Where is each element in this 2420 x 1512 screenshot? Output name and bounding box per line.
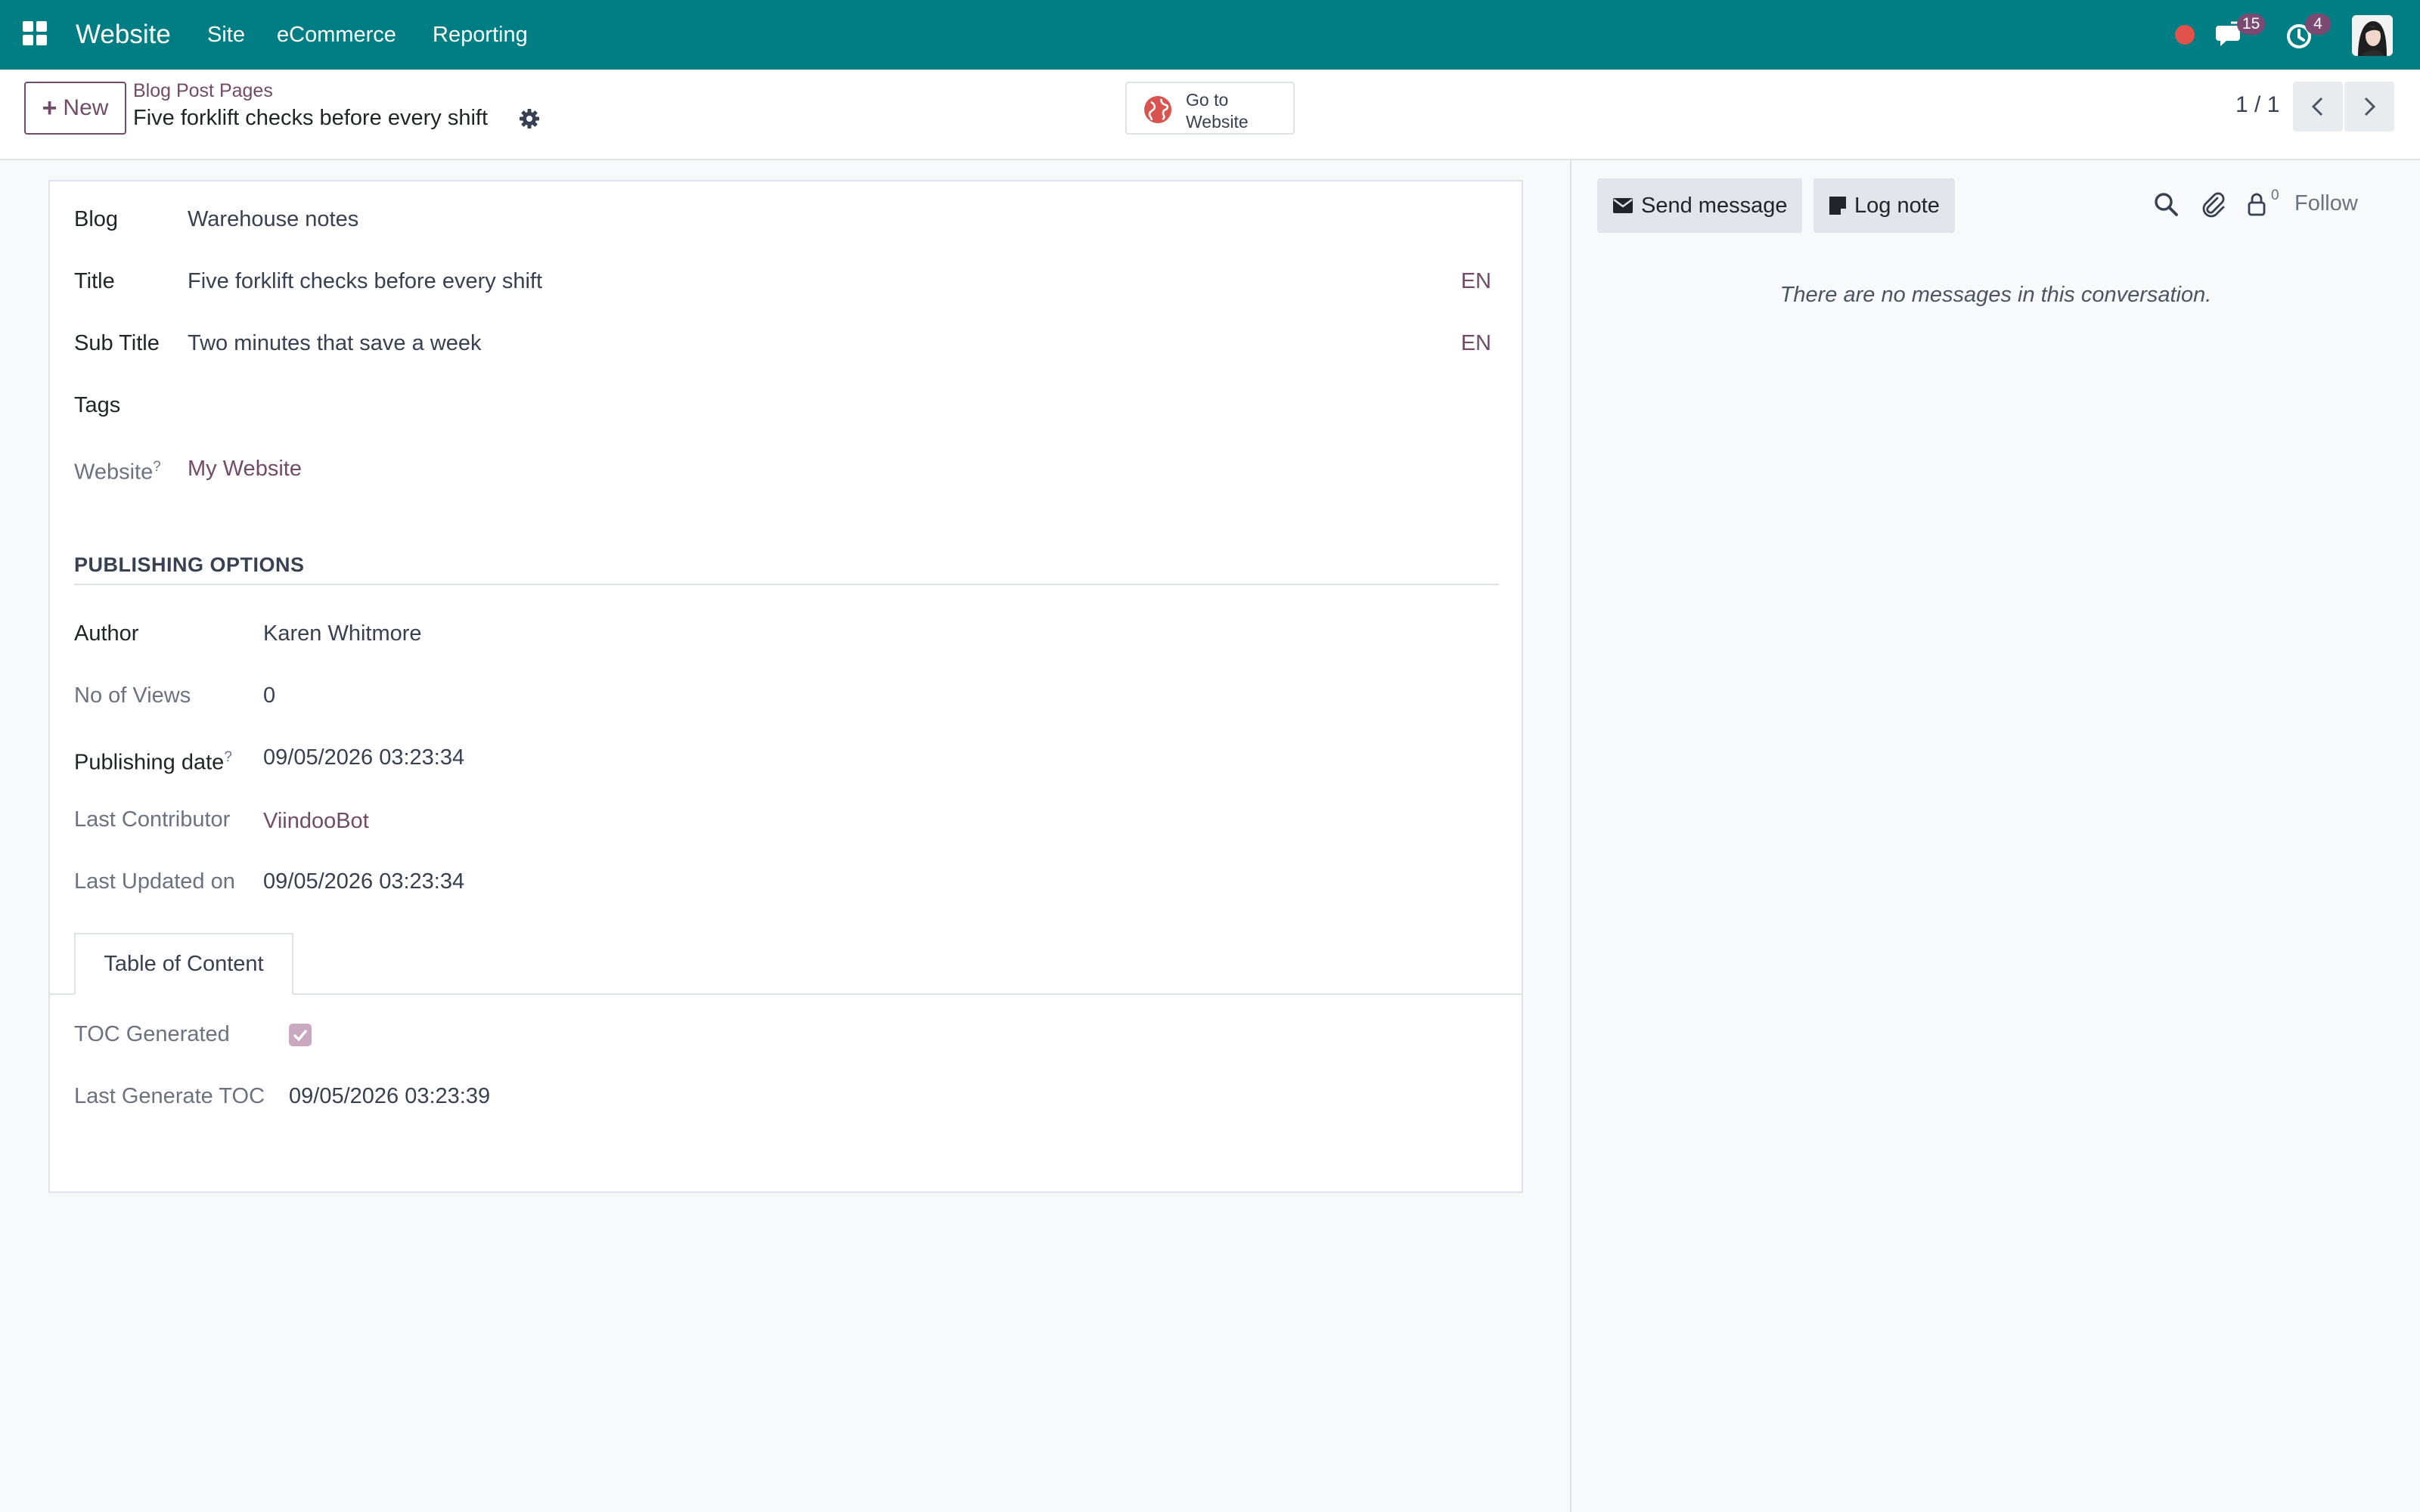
subtitle-field[interactable]: Two minutes that save a week xyxy=(188,330,481,357)
title-label: Title xyxy=(74,269,115,293)
record-title: Five forklift checks before every shift xyxy=(133,106,488,130)
section-divider xyxy=(74,584,1499,585)
tags-field[interactable] xyxy=(188,392,1473,419)
go-to-website-label: Go to Website xyxy=(1186,90,1249,132)
top-navbar: Website Site eCommerce Reporting 15 4 xyxy=(0,0,2420,70)
menu-ecommerce[interactable]: eCommerce xyxy=(277,22,396,48)
envelope-icon xyxy=(1613,198,1633,213)
publishing-date-help-tooltip[interactable]: ? xyxy=(224,749,232,765)
subtitle-label: Sub Title xyxy=(74,331,160,355)
publishing-date-field[interactable]: 09/05/2026 03:23:34 xyxy=(263,744,464,771)
sticky-note-icon xyxy=(1829,197,1846,215)
subtitle-translate-button[interactable]: EN xyxy=(1461,330,1491,357)
check-icon xyxy=(293,1029,308,1042)
author-field[interactable]: Karen Whitmore xyxy=(263,620,422,647)
publishing-options-title: PUBLISHING OPTIONS xyxy=(74,553,305,576)
title-field[interactable]: Five forklift checks before every shift xyxy=(188,268,542,295)
recording-indicator-icon[interactable] xyxy=(2175,25,2195,45)
title-translate-button[interactable]: EN xyxy=(1461,268,1491,295)
pager-previous-button[interactable] xyxy=(2293,82,2343,132)
activities-badge: 4 xyxy=(2305,14,2331,35)
website-label: Website? xyxy=(74,459,161,485)
globe-icon xyxy=(1144,96,1171,123)
last-contributor-link[interactable]: ViindooBot xyxy=(263,807,369,835)
last-updated-label: Last Updated on xyxy=(74,869,235,894)
toc-generated-checkbox[interactable] xyxy=(289,1024,312,1046)
views-value: 0 xyxy=(263,683,276,708)
new-button-label: New xyxy=(63,95,109,120)
breadcrumb-blog-post-pages[interactable]: Blog Post Pages xyxy=(133,80,273,102)
last-generate-toc-label: Last Generate TOC xyxy=(74,1084,265,1108)
messages-badge: 15 xyxy=(2237,14,2266,35)
toc-generated-label: TOC Generated xyxy=(74,1022,230,1046)
followers-count: 0 xyxy=(2271,187,2279,203)
gear-icon[interactable] xyxy=(518,107,541,130)
search-icon[interactable] xyxy=(2152,191,2180,218)
tab-table-of-content[interactable]: Table of Content xyxy=(74,933,293,995)
menu-reporting[interactable]: Reporting xyxy=(433,22,528,48)
chevron-right-icon xyxy=(2364,97,2376,116)
views-label: No of Views xyxy=(74,683,191,708)
blog-field[interactable]: Warehouse notes xyxy=(188,206,358,233)
app-name[interactable]: Website xyxy=(76,20,171,50)
pager-value[interactable]: 1 / 1 xyxy=(2235,92,2279,118)
pager-next-button[interactable] xyxy=(2344,82,2394,132)
send-message-label: Send message xyxy=(1641,193,1788,218)
log-note-button[interactable]: Log note xyxy=(1813,178,1955,233)
paperclip-icon[interactable] xyxy=(2199,191,2226,218)
last-updated-value: 09/05/2026 03:23:34 xyxy=(263,869,465,894)
follow-button[interactable]: Follow xyxy=(2294,191,2358,216)
blog-label: Blog xyxy=(74,207,119,231)
go-to-website-button[interactable]: Go to Website xyxy=(1125,82,1295,135)
last-contributor-label: Last Contributor xyxy=(74,807,231,832)
chevron-left-icon xyxy=(2311,97,2323,116)
apps-menu-icon[interactable] xyxy=(23,21,47,45)
tags-label: Tags xyxy=(74,393,121,417)
user-avatar[interactable] xyxy=(2352,15,2393,56)
control-panel: + New Blog Post Pages Five forklift chec… xyxy=(0,70,2420,160)
publishing-date-label: Publishing date? xyxy=(74,749,232,775)
followers-lock-icon[interactable] xyxy=(2243,191,2270,218)
last-generate-toc-value: 09/05/2026 03:23:39 xyxy=(289,1084,491,1108)
new-button[interactable]: + New xyxy=(24,82,126,135)
log-note-label: Log note xyxy=(1854,193,1940,218)
plus-icon: + xyxy=(42,93,57,122)
chatter-divider xyxy=(1570,160,1571,1512)
website-help-tooltip[interactable]: ? xyxy=(153,459,161,475)
author-label: Author xyxy=(74,621,139,646)
website-field[interactable]: My Website xyxy=(188,455,302,482)
form-sheet: Blog Warehouse notes Title Five forklift… xyxy=(48,180,1523,1193)
send-message-button[interactable]: Send message xyxy=(1597,178,1803,233)
empty-conversation-message: There are no messages in this conversati… xyxy=(1779,283,2212,307)
menu-site[interactable]: Site xyxy=(207,22,245,48)
